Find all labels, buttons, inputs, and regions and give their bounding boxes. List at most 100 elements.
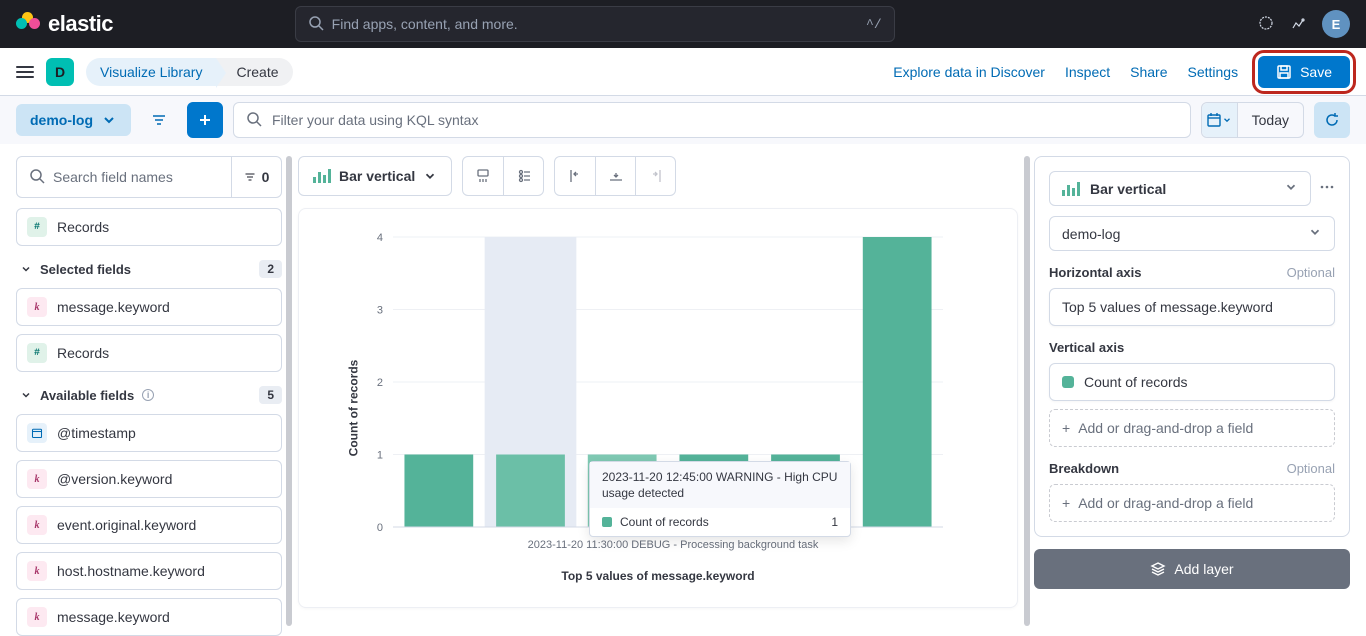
search-icon bbox=[246, 111, 262, 130]
info-icon[interactable]: i bbox=[142, 389, 154, 401]
plus-icon: + bbox=[1062, 420, 1070, 436]
horizontal-axis-section: Horizontal axis Optional bbox=[1049, 265, 1335, 280]
settings-link[interactable]: Settings bbox=[1187, 64, 1238, 80]
x-tick-label: 2023-11-20 11:30:00 DEBUG - Processing b… bbox=[353, 539, 993, 551]
time-range-label: Today bbox=[1238, 112, 1303, 128]
field-item[interactable]: k message.keyword bbox=[16, 288, 282, 326]
fields-panel: Search field names 0 # Records Selected … bbox=[0, 144, 290, 632]
available-fields-header[interactable]: Available fields i 5 bbox=[16, 380, 282, 414]
svg-text:4: 4 bbox=[377, 232, 383, 244]
breadcrumb: Visualize Library Create bbox=[86, 58, 293, 86]
tooltip-title: 2023-11-20 12:45:00 WARNING - High CPU u… bbox=[590, 462, 850, 508]
keyword-type-icon: k bbox=[27, 515, 47, 535]
search-icon bbox=[29, 168, 45, 187]
date-type-icon bbox=[27, 423, 47, 443]
data-view-selector[interactable]: demo-log bbox=[16, 104, 131, 136]
right-axis-option bbox=[635, 157, 675, 195]
add-breakdown-field[interactable]: + Add or drag-and-drop a field bbox=[1049, 484, 1335, 522]
layer-actions-button[interactable] bbox=[1319, 179, 1335, 198]
refresh-button[interactable] bbox=[1314, 102, 1350, 138]
chevron-down-icon bbox=[20, 389, 32, 401]
add-layer-button[interactable]: Add layer bbox=[1034, 549, 1350, 589]
user-avatar[interactable]: E bbox=[1322, 10, 1350, 38]
series-color-swatch bbox=[1062, 376, 1074, 388]
filters-toggle[interactable] bbox=[141, 102, 177, 138]
menu-button[interactable] bbox=[16, 66, 34, 78]
logo-icon bbox=[16, 12, 40, 36]
search-shortcut: ^/ bbox=[866, 17, 882, 32]
chevron-down-icon bbox=[1284, 180, 1298, 197]
search-icon bbox=[308, 15, 324, 34]
bar-chart-icon bbox=[313, 169, 331, 183]
keyword-type-icon: k bbox=[27, 297, 47, 317]
number-type-icon: # bbox=[27, 343, 47, 363]
sub-header-right: Explore data in Discover Inspect Share S… bbox=[893, 56, 1350, 88]
svg-text:2: 2 bbox=[377, 377, 383, 389]
field-search-row: Search field names 0 bbox=[16, 156, 282, 198]
axis-options bbox=[554, 156, 676, 196]
index-selector[interactable]: demo-log bbox=[1049, 216, 1335, 251]
records-field[interactable]: # Records bbox=[16, 208, 282, 246]
chart-tooltip: 2023-11-20 12:45:00 WARNING - High CPU u… bbox=[589, 461, 851, 537]
vis-type-selector[interactable]: Bar vertical bbox=[1049, 171, 1311, 206]
field-search-input[interactable]: Search field names bbox=[16, 156, 232, 198]
scrollbar[interactable] bbox=[286, 156, 292, 626]
field-item[interactable]: @timestamp bbox=[16, 414, 282, 452]
save-label: Save bbox=[1300, 64, 1332, 80]
records-label: Records bbox=[57, 219, 109, 235]
tooltip-metric: Count of records bbox=[620, 515, 709, 529]
y-axis-label: Count of records bbox=[346, 360, 360, 457]
global-search[interactable]: Find apps, content, and more. ^/ bbox=[295, 6, 895, 42]
chart-canvas: Count of records 01234 2023-11-20 11:30:… bbox=[298, 208, 1018, 608]
logo[interactable]: elastic bbox=[16, 11, 113, 37]
keyword-type-icon: k bbox=[27, 607, 47, 627]
save-button[interactable]: Save bbox=[1258, 56, 1350, 88]
selected-fields-header[interactable]: Selected fields 2 bbox=[16, 254, 282, 288]
workspace: Search field names 0 # Records Selected … bbox=[0, 144, 1366, 632]
horizontal-axis-dimension[interactable]: Top 5 values of message.keyword bbox=[1049, 288, 1335, 326]
top-header: elastic Find apps, content, and more. ^/… bbox=[0, 0, 1366, 48]
space-badge[interactable]: D bbox=[46, 58, 74, 86]
help-icon[interactable] bbox=[1258, 15, 1274, 34]
newsfeed-icon[interactable] bbox=[1290, 15, 1306, 34]
crumb-visualize-library[interactable]: Visualize Library bbox=[86, 58, 216, 86]
calendar-icon bbox=[1202, 103, 1238, 137]
field-item[interactable]: # Records bbox=[16, 334, 282, 372]
svg-text:1: 1 bbox=[377, 450, 383, 462]
vertical-axis-dimension[interactable]: Count of records bbox=[1049, 363, 1335, 401]
layer-config: Bar vertical demo-log Horizontal axis Op… bbox=[1034, 156, 1350, 537]
field-item[interactable]: k message.keyword bbox=[16, 598, 282, 636]
tooltip-value: 1 bbox=[831, 515, 838, 529]
save-icon bbox=[1276, 64, 1292, 80]
left-axis-option[interactable] bbox=[555, 157, 595, 195]
time-range-selector[interactable]: Today bbox=[1201, 102, 1304, 138]
add-vertical-axis-field[interactable]: + Add or drag-and-drop a field bbox=[1049, 409, 1335, 447]
header-right: E bbox=[1258, 10, 1350, 38]
share-link[interactable]: Share bbox=[1130, 64, 1167, 80]
layout-option[interactable] bbox=[503, 157, 543, 195]
inspect-link[interactable]: Inspect bbox=[1065, 64, 1110, 80]
bar-chart-icon bbox=[1062, 182, 1080, 196]
add-filter-button[interactable] bbox=[187, 102, 223, 138]
field-filter-count[interactable]: 0 bbox=[232, 156, 282, 198]
explore-link[interactable]: Explore data in Discover bbox=[893, 64, 1045, 80]
layers-icon bbox=[1150, 561, 1166, 577]
config-panel: Bar vertical demo-log Horizontal axis Op… bbox=[1026, 144, 1366, 632]
field-item[interactable]: k event.original.keyword bbox=[16, 506, 282, 544]
breakdown-section: Breakdown Optional bbox=[1049, 461, 1335, 476]
data-view-label: demo-log bbox=[30, 112, 93, 128]
bottom-axis-option[interactable] bbox=[595, 157, 635, 195]
display-options bbox=[462, 156, 544, 196]
selected-count: 2 bbox=[259, 260, 282, 278]
field-item[interactable]: k host.hostname.keyword bbox=[16, 552, 282, 590]
chart-type-selector[interactable]: Bar vertical bbox=[298, 156, 452, 196]
keyword-type-icon: k bbox=[27, 561, 47, 581]
color-option[interactable] bbox=[463, 157, 503, 195]
field-item[interactable]: k @version.keyword bbox=[16, 460, 282, 498]
available-count: 5 bbox=[259, 386, 282, 404]
logo-text: elastic bbox=[48, 11, 113, 37]
kql-query-input[interactable]: Filter your data using KQL syntax bbox=[233, 102, 1191, 138]
scrollbar[interactable] bbox=[1024, 156, 1030, 626]
filter-bar: demo-log Filter your data using KQL synt… bbox=[0, 96, 1366, 144]
filter-icon bbox=[244, 171, 256, 183]
